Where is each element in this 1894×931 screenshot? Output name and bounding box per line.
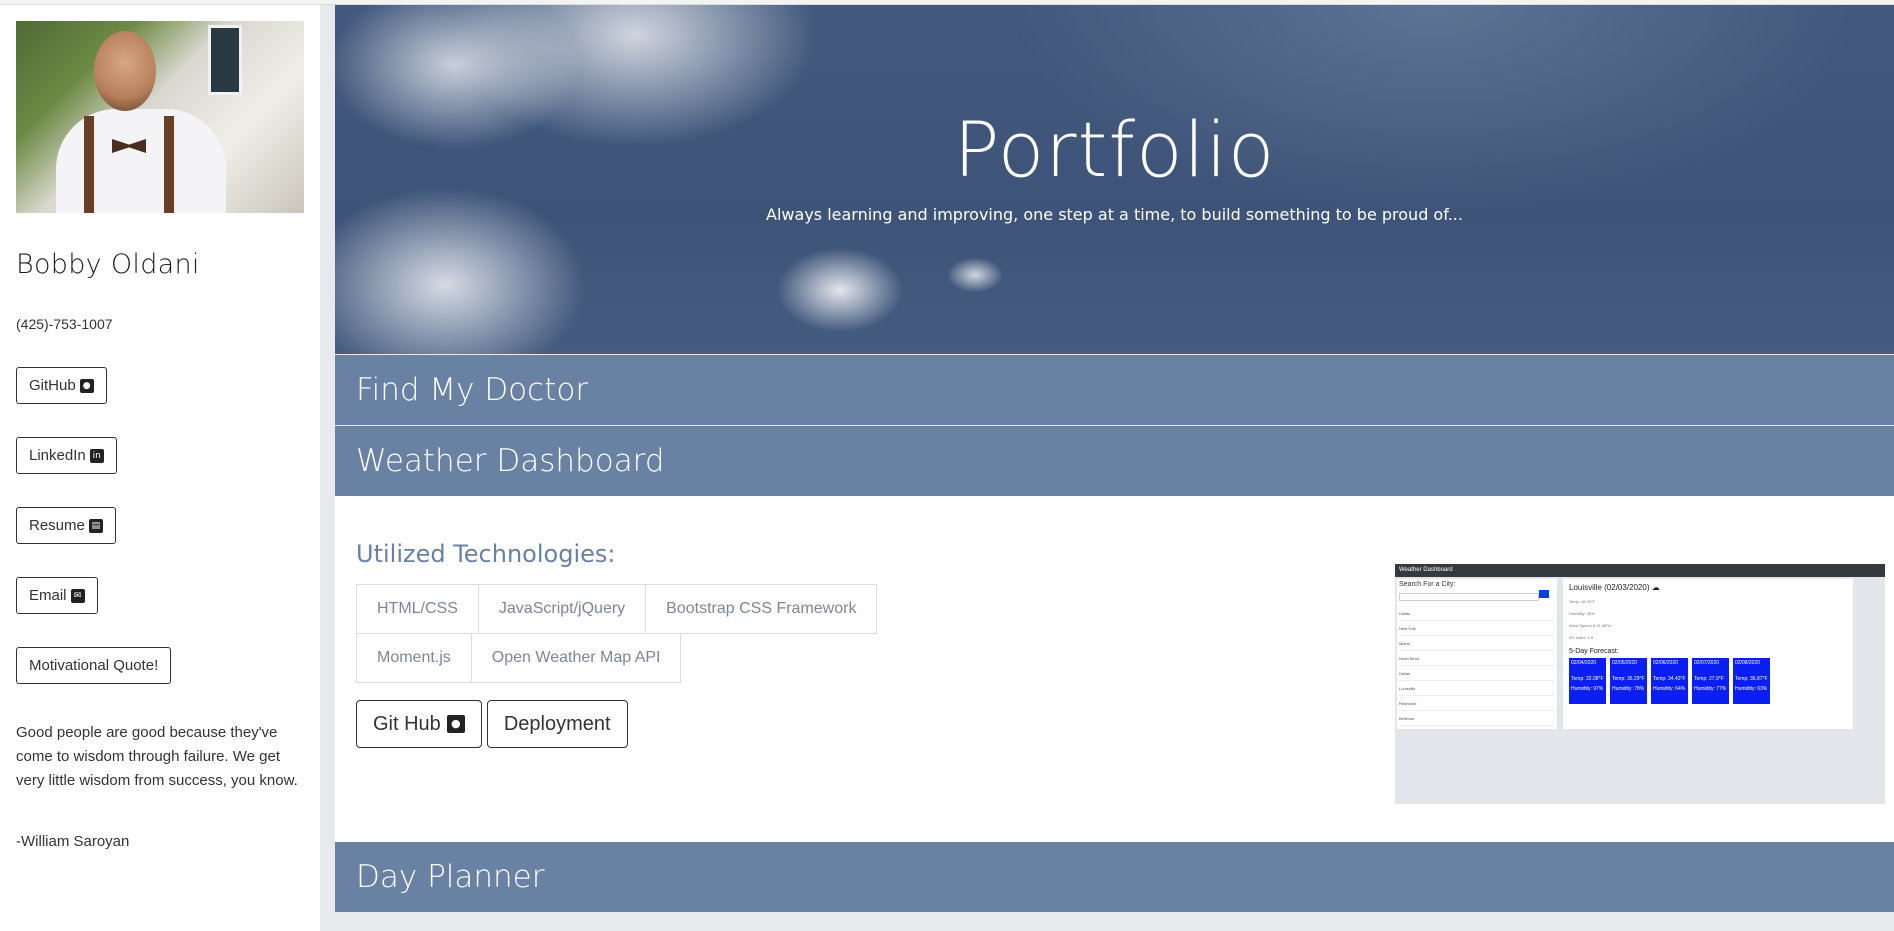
preview-forecast-cards: 02/04/2020 Temp: 32.08°F Humidity: 97% 0… [1569, 658, 1847, 704]
project-buttons: Git Hub ● Deployment [356, 700, 628, 748]
forecast-card: 02/07/2020 Temp: 27.9°F Humidity: 77% [1692, 658, 1729, 704]
preview-city: Dallas [1399, 606, 1555, 621]
sidebar: Bobby Oldani (425)-753-1007 GitHub ● Lin… [0, 5, 320, 931]
quote-author: -William Saroyan [16, 833, 130, 850]
forecast-date: 02/05/2020 [1612, 660, 1638, 666]
project-preview-image: Weather Dashboard Search For a City: Dal… [1395, 564, 1885, 804]
project-github-label: Git Hub [373, 712, 441, 735]
forecast-humidity: Humidity: 77% [1694, 686, 1727, 692]
preview-search-panel: Search For a City: Dallas New York Miami… [1397, 579, 1557, 729]
email-button[interactable]: Email ✉ [16, 577, 98, 614]
project-github-button[interactable]: Git Hub ● [356, 700, 482, 748]
forecast-card: 02/08/2020 Temp: 36.87°F Humidity: 63% [1733, 658, 1770, 704]
preview-city: North Bend [1399, 651, 1555, 666]
accordion-weather-dashboard[interactable]: Weather Dashboard [335, 426, 1894, 496]
preview-line: Wind Speed: 8.51 MPH [1569, 623, 1611, 628]
linkedin-icon: in [89, 448, 104, 463]
technologies-title: Utilized Technologies: [356, 540, 616, 568]
hero-title: Portfolio [953, 105, 1276, 194]
avatar-face [94, 31, 156, 111]
avatar-shirt [56, 109, 226, 213]
forecast-date: 02/04/2020 [1571, 660, 1597, 666]
forecast-humidity: Humidity: 63% [1735, 686, 1768, 692]
forecast-humidity: Humidity: 78% [1612, 686, 1645, 692]
avatar-suspender-right [164, 116, 174, 213]
technology-item: HTML/CSS [356, 584, 479, 634]
deployment-button[interactable]: Deployment [486, 700, 628, 748]
hero-banner: Portfolio Always learning and improving,… [335, 5, 1894, 354]
forecast-date: 02/08/2020 [1735, 660, 1761, 666]
preview-line: Humidity: 45% [1569, 611, 1595, 616]
technology-item: JavaScript/jQuery [477, 584, 647, 634]
resume-button[interactable]: Resume ▤ [16, 507, 116, 544]
house-window [208, 25, 242, 95]
forecast-temp: Temp: 27.9°F [1694, 676, 1724, 682]
profile-phone: (425)-753-1007 [16, 316, 113, 332]
technology-item: Bootstrap CSS Framework [645, 584, 878, 634]
avatar-suspender-left [84, 116, 94, 213]
scroll-icon: ▤ [88, 518, 103, 533]
weather-dashboard-panel: Utilized Technologies: HTML/CSS JavaScri… [335, 496, 1894, 842]
profile-name: Bobby Oldani [16, 249, 200, 280]
forecast-temp: Temp: 34.43°F [1653, 676, 1686, 682]
github-button[interactable]: GitHub ● [16, 367, 107, 404]
preview-city: Louisville [1399, 681, 1555, 696]
resume-button-label: Resume [29, 517, 85, 534]
linkedin-button[interactable]: LinkedIn in [16, 437, 117, 474]
forecast-card: 02/06/2020 Temp: 34.43°F Humidity: 64% [1651, 658, 1688, 704]
preview-city: New York [1399, 621, 1555, 636]
linkedin-button-label: LinkedIn [29, 447, 86, 464]
email-button-label: Email [29, 587, 67, 604]
preview-navbar: Weather Dashboard [1395, 564, 1885, 577]
quote-text: Good people are good because they've com… [16, 724, 298, 789]
technology-list: HTML/CSS JavaScript/jQuery Bootstrap CSS… [356, 584, 886, 683]
accordion-find-my-doctor[interactable]: Find My Doctor [335, 355, 1894, 425]
preview-search-icon [1539, 590, 1549, 598]
preview-line: UV Index: 1.8 [1569, 635, 1594, 640]
preview-city: Redmond [1399, 696, 1555, 711]
forecast-temp: Temp: 32.08°F [1571, 676, 1604, 682]
preview-city: Miami [1399, 636, 1555, 651]
forecast-date: 02/06/2020 [1653, 660, 1679, 666]
forecast-humidity: Humidity: 97% [1571, 686, 1604, 692]
forecast-temp: Temp: 36.87°F [1735, 676, 1768, 682]
github-icon: ● [446, 715, 465, 733]
envelope-icon: ✉ [70, 588, 85, 603]
forecast-card: 02/04/2020 Temp: 32.08°F Humidity: 97% [1569, 658, 1606, 704]
forecast-card: 02/05/2020 Temp: 36.29°F Humidity: 78% [1610, 658, 1647, 704]
forecast-humidity: Humidity: 64% [1653, 686, 1686, 692]
preview-weather-panel: Louisville (02/03/2020) ☁ Temp: 45.93°F … [1563, 579, 1853, 729]
hero-subtitle: Always learning and improving, one step … [766, 205, 1463, 224]
forecast-date: 02/07/2020 [1694, 660, 1720, 666]
github-icon: ● [79, 378, 94, 393]
preview-city: Dallas [1399, 666, 1555, 681]
accordion-day-planner[interactable]: Day Planner [335, 842, 1894, 912]
preview-line: Temp: 45.93°F [1569, 599, 1596, 604]
technology-item: Open Weather Map API [470, 633, 682, 683]
avatar [16, 21, 304, 213]
preview-forecast-title: 5-Day Forecast: [1569, 648, 1619, 655]
preview-city: Bellevue [1399, 711, 1555, 726]
motivational-quote-button[interactable]: Motivational Quote! [16, 647, 172, 684]
preview-search-label: Search For a City: [1399, 581, 1456, 588]
preview-current-title: Louisville (02/03/2020) ☁ [1569, 583, 1660, 592]
quote-button-label: Motivational Quote! [29, 657, 159, 674]
forecast-temp: Temp: 36.29°F [1612, 676, 1645, 682]
github-button-label: GitHub [29, 377, 76, 394]
technology-item: Moment.js [356, 633, 472, 683]
preview-search-input [1399, 593, 1539, 601]
